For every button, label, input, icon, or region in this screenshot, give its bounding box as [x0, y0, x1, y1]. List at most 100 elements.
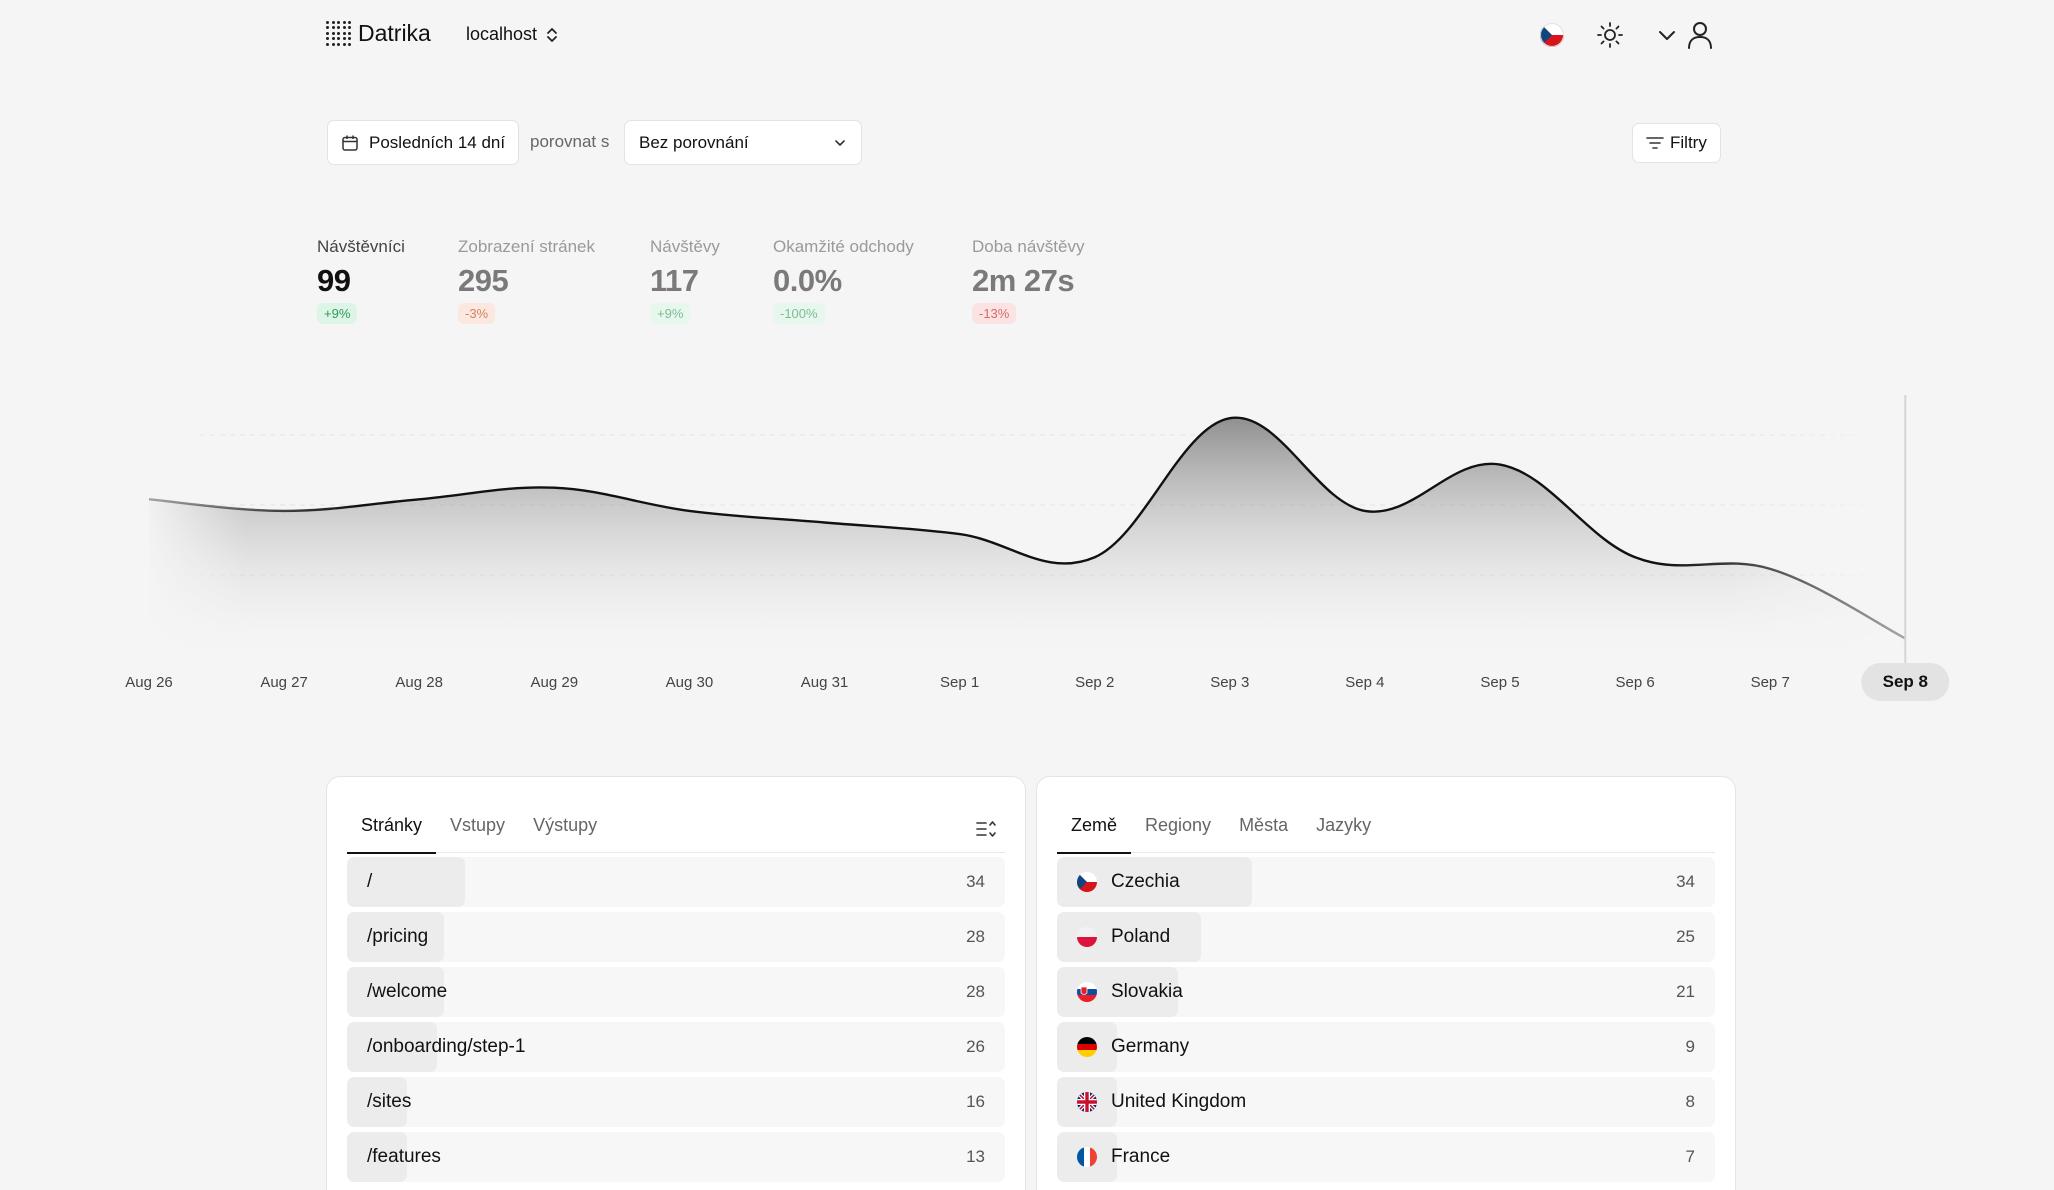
- page-row[interactable]: /sites 16: [347, 1077, 1005, 1127]
- tab-pages[interactable]: Stránky: [347, 797, 437, 854]
- countries-list: Czechia 34 Poland 25 Slovakia 21 Germany 9 Unite…: [1057, 857, 1715, 1187]
- row-label-group: /sites: [347, 1091, 411, 1113]
- row-count: 34: [1676, 872, 1695, 891]
- chart-point[interactable]: [1497, 462, 1503, 468]
- calendar-icon: [342, 135, 358, 151]
- metric-value: 2m 27s: [972, 263, 1075, 298]
- chart-point[interactable]: [1092, 554, 1098, 560]
- metric-value: 117: [650, 263, 699, 298]
- chart-point[interactable]: [146, 496, 152, 502]
- x-axis-tick: Sep 5: [1480, 674, 1520, 691]
- tab-exits[interactable]: Výstupy: [519, 797, 611, 853]
- row-label-group: Slovakia: [1057, 981, 1183, 1003]
- metric-change-badge: +9%: [650, 303, 691, 324]
- metric-visits[interactable]: Návštěvy 117 +9%: [650, 237, 720, 324]
- metric-change-badge: -100%: [773, 303, 825, 324]
- x-axis-tick: Aug 29: [530, 674, 579, 691]
- chevron-down-icon[interactable]: [1656, 24, 1678, 46]
- tab-entries[interactable]: Vstupy: [436, 797, 519, 853]
- metric-change-badge: -3%: [458, 303, 496, 324]
- row-label: Slovakia: [1111, 981, 1183, 1002]
- row-count: 34: [966, 872, 985, 891]
- row-count: 7: [1685, 1147, 1695, 1166]
- country-row[interactable]: United Kingdom 8: [1057, 1077, 1715, 1127]
- compare-label: porovnat s: [530, 132, 610, 151]
- country-row[interactable]: Czechia 34: [1057, 857, 1715, 907]
- chart-point[interactable]: [957, 531, 963, 537]
- sun-icon[interactable]: [1596, 21, 1624, 49]
- page-row[interactable]: / 34: [347, 857, 1005, 907]
- row-label-group: /features: [347, 1146, 441, 1168]
- x-axis-tick: Sep 3: [1210, 674, 1250, 691]
- country-row[interactable]: France 7: [1057, 1132, 1715, 1182]
- chart-point[interactable]: [1227, 415, 1233, 421]
- row-label: /features: [367, 1146, 441, 1167]
- compare-select[interactable]: Bez porovnání: [624, 120, 862, 165]
- row-label: /: [367, 871, 373, 892]
- x-axis-tick: Sep 8: [1861, 663, 1949, 701]
- metric-change-badge: -13%: [972, 303, 1017, 324]
- chart-point[interactable]: [1632, 554, 1638, 560]
- user-icon[interactable]: [1686, 20, 1714, 50]
- country-row[interactable]: Slovakia 21: [1057, 967, 1715, 1017]
- chart-point[interactable]: [1902, 635, 1908, 641]
- page-row[interactable]: /welcome 28: [347, 967, 1005, 1017]
- metric-label: Okamžité odchody: [773, 237, 914, 256]
- row-label-group: Poland: [1057, 926, 1170, 948]
- app-name: Datrika: [358, 20, 431, 46]
- flag-fr-icon: [1077, 1147, 1097, 1167]
- row-label-group: France: [1057, 1146, 1170, 1168]
- chart-point[interactable]: [281, 508, 287, 514]
- x-axis-tick: Aug 28: [395, 674, 443, 691]
- chevron-up-down-icon: [547, 27, 557, 42]
- chart-point[interactable]: [416, 496, 422, 502]
- site-switcher[interactable]: localhost: [466, 24, 559, 45]
- pages-panel: Stránky Vstupy Výstupy / 34/pricing 28/wel…: [326, 776, 1026, 1190]
- page-row[interactable]: /features 13: [347, 1132, 1005, 1182]
- x-axis-tick: Sep 7: [1750, 674, 1790, 691]
- language-flag-icon[interactable]: [1540, 23, 1564, 47]
- tab-regions[interactable]: Regiony: [1131, 797, 1225, 853]
- metric-label: Návštěvníci: [317, 237, 405, 256]
- chart-point[interactable]: [1767, 566, 1773, 572]
- tab-languages[interactable]: Jazyky: [1302, 797, 1385, 853]
- x-axis-tick: Sep 1: [939, 674, 980, 691]
- filters-button[interactable]: Filtry: [1632, 123, 1721, 163]
- flag-de-icon: [1077, 1037, 1097, 1057]
- country-row[interactable]: Germany 9: [1057, 1022, 1715, 1072]
- metric-value: 295: [458, 263, 509, 298]
- row-count: 16: [966, 1092, 985, 1111]
- row-label: France: [1111, 1146, 1171, 1167]
- page-row[interactable]: /pricing 28: [347, 912, 1005, 962]
- metric-label: Návštěvy: [650, 237, 720, 256]
- chart-point[interactable]: [822, 520, 828, 526]
- filter-icon: [1646, 137, 1664, 149]
- metric-visit-duration[interactable]: Doba návštěvy 2m 27s -13%: [972, 237, 1084, 324]
- chart-point[interactable]: [551, 485, 557, 491]
- pages-tabs: Stránky Vstupy Výstupy: [347, 797, 1005, 854]
- chart-canvas: [140, 380, 1908, 680]
- flag-gb-icon: [1077, 1092, 1097, 1112]
- x-axis-tick: Aug 30: [665, 674, 714, 691]
- row-label: /onboarding/step-1: [367, 1036, 526, 1057]
- filters-label: Filtry: [1670, 133, 1707, 152]
- tab-countries[interactable]: Země: [1057, 797, 1132, 854]
- metric-pageviews[interactable]: Zobrazení stránek 295 -3%: [458, 237, 595, 324]
- chart-point[interactable]: [686, 508, 692, 514]
- visitors-chart[interactable]: Aug 26 Aug 27 Aug 28 Aug 29 Aug 30 Aug 31 Sep …: [0, 380, 2054, 710]
- flag-sk-icon: [1077, 982, 1097, 1002]
- flag-pl-icon: [1077, 927, 1097, 947]
- tab-cities[interactable]: Města: [1225, 797, 1302, 853]
- row-label-group: United Kingdom: [1057, 1091, 1246, 1113]
- metric-visitors[interactable]: Návštěvníci 99 +9%: [317, 237, 405, 324]
- row-count: 9: [1685, 1037, 1695, 1056]
- metric-change-badge: +9%: [317, 303, 358, 324]
- list-settings-icon[interactable]: [975, 819, 997, 839]
- page-row[interactable]: /onboarding/step-1 26: [347, 1022, 1005, 1072]
- chart-point[interactable]: [1362, 508, 1368, 514]
- location-tabs: Země Regiony Města Jazyky: [1057, 797, 1715, 854]
- metric-bounce-rate[interactable]: Okamžité odchody 0.0% -100%: [773, 237, 914, 324]
- logo[interactable]: Datrika: [326, 20, 431, 47]
- country-row[interactable]: Poland 25: [1057, 912, 1715, 962]
- date-range-button[interactable]: Posledních 14 dní: [327, 120, 520, 165]
